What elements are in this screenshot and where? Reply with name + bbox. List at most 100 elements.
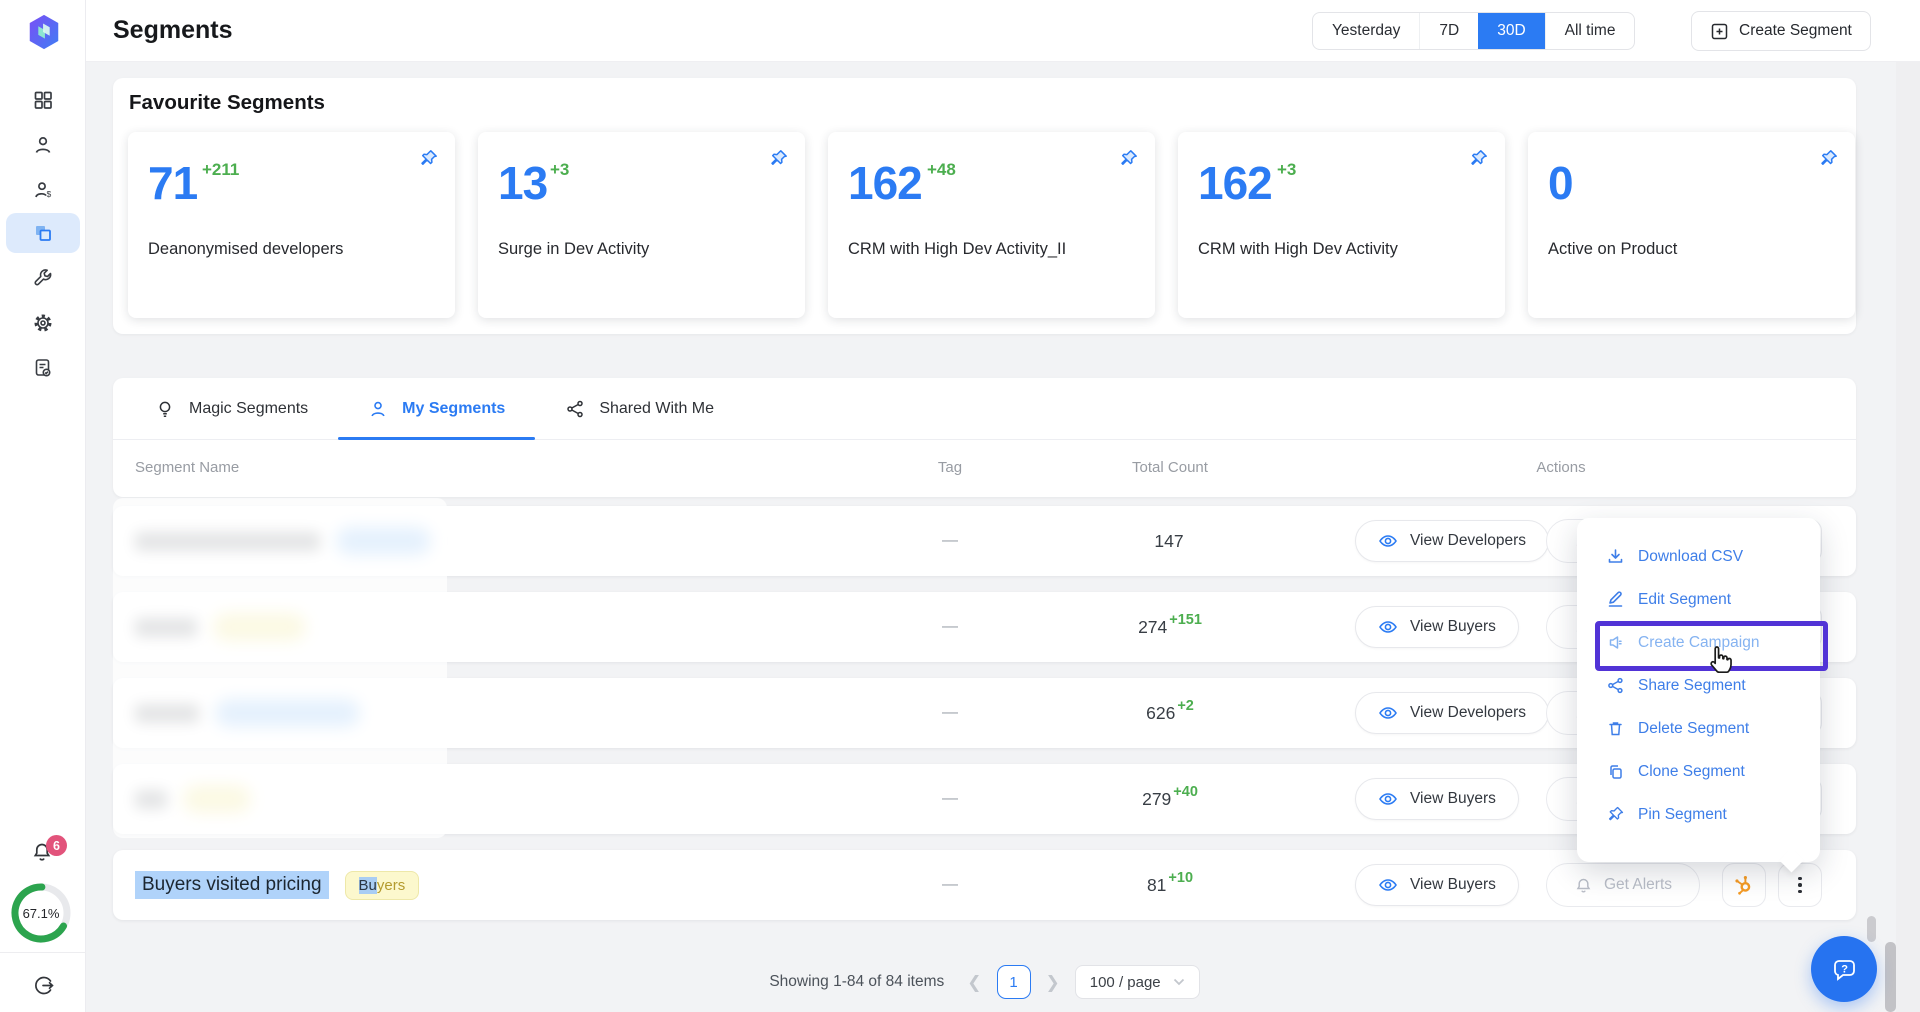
tab-magic-segments[interactable]: Magic Segments: [125, 378, 338, 439]
menu-item-clone-segment[interactable]: Clone Segment: [1577, 750, 1820, 793]
get-alerts-button[interactable]: Get Alerts: [1546, 863, 1700, 907]
segment-name-cell: Buyers visited pricing Buyers: [135, 850, 419, 920]
favourite-card[interactable]: 0 Active on Product: [1528, 132, 1855, 318]
clone-icon: [1606, 762, 1625, 781]
filter-yesterday[interactable]: Yesterday: [1313, 13, 1419, 49]
usage-progress-label: 67.1%: [9, 881, 73, 945]
hubspot-sync-button[interactable]: [1722, 863, 1766, 907]
sidebar-item-dashboard[interactable]: [0, 80, 86, 120]
page-size-select[interactable]: 100 / page: [1075, 965, 1200, 999]
sidebar-item-reports[interactable]: [0, 348, 86, 388]
card-label: CRM with High Dev Activity: [1198, 240, 1398, 259]
grid-icon: [32, 89, 54, 111]
usage-progress-ring[interactable]: 67.1%: [9, 881, 73, 945]
sidebar-item-developers[interactable]: [0, 125, 86, 165]
edit-icon: [1606, 590, 1625, 609]
redacted-tag-badge: [183, 785, 251, 813]
card-value: 71: [148, 156, 197, 210]
count-value: 279: [1142, 789, 1171, 810]
card-value: 162: [1198, 156, 1272, 210]
sidebar-item-buyers[interactable]: $: [0, 170, 86, 210]
app-logo[interactable]: [25, 13, 63, 51]
redacted-tag-badge: [215, 699, 360, 727]
menu-item-download-csv[interactable]: Download CSV: [1577, 535, 1820, 578]
segment-name: Buyers visited pricing: [135, 871, 329, 899]
column-total-count: Total Count: [1090, 459, 1250, 476]
favourite-card[interactable]: 71 +211 Deanonymised developers: [128, 132, 455, 318]
page-number-button[interactable]: 1: [997, 965, 1031, 999]
menu-item-edit-segment[interactable]: Edit Segment: [1577, 578, 1820, 621]
view-buyers-button[interactable]: View Buyers: [1355, 778, 1519, 820]
tag-cell: —: [905, 850, 995, 920]
count-value: 81: [1147, 875, 1166, 896]
logout-button[interactable]: [32, 974, 55, 1002]
segments-icon: [31, 221, 55, 245]
pin-icon[interactable]: [418, 148, 439, 169]
sidebar-item-settings[interactable]: [0, 303, 86, 343]
card-delta: +3: [550, 160, 569, 180]
share-nodes-icon: [565, 399, 585, 419]
view-buyers-button[interactable]: View Buyers: [1355, 606, 1519, 648]
favourite-card[interactable]: 162 +48 CRM with High Dev Activity_II: [828, 132, 1155, 318]
inner-scrollbar-thumb[interactable]: [1867, 916, 1876, 942]
count-cell: 279 +40: [1060, 764, 1280, 834]
sidebar-item-tools[interactable]: [0, 258, 86, 298]
pagination-summary: Showing 1-84 of 84 items: [769, 973, 944, 991]
menu-item-delete-segment[interactable]: Delete Segment: [1577, 707, 1820, 750]
menu-item-label: Pin Segment: [1638, 806, 1727, 824]
menu-item-pin-segment[interactable]: Pin Segment: [1577, 793, 1820, 836]
logout-icon: [32, 974, 55, 997]
pin-icon[interactable]: [1118, 148, 1139, 169]
filter-7d[interactable]: 7D: [1419, 13, 1478, 49]
next-page-button[interactable]: ❯: [1046, 974, 1060, 991]
gear-icon: [32, 312, 54, 334]
user-dollar-icon: $: [32, 179, 54, 201]
prev-page-button[interactable]: ❮: [967, 974, 981, 991]
menu-item-label: Edit Segment: [1638, 591, 1731, 609]
pagination: Showing 1-84 of 84 items ❮ 1 ❯ 100 / pag…: [113, 962, 1856, 1002]
sidebar: $ 6 67.1%: [0, 0, 86, 1012]
row-menu-button[interactable]: [1778, 863, 1822, 907]
page-scrollbar-thumb[interactable]: [1885, 942, 1896, 1012]
pin-icon[interactable]: [768, 148, 789, 169]
favourite-card[interactable]: 162 +3 CRM with High Dev Activity: [1178, 132, 1505, 318]
tag-cell: —: [905, 506, 995, 576]
menu-item-label: Clone Segment: [1638, 763, 1745, 781]
page-header: Segments Yesterday 7D 30D All time Creat…: [86, 0, 1920, 62]
pin-icon: [1606, 805, 1625, 824]
menu-item-share-segment[interactable]: Share Segment: [1577, 664, 1820, 707]
count-cell: 274 +151: [1060, 592, 1280, 662]
bell-icon: [1574, 876, 1593, 895]
create-segment-button[interactable]: Create Segment: [1691, 11, 1871, 51]
count-cell: 147: [1060, 506, 1280, 576]
row-context-menu: Download CSV Edit Segment Create Campaig…: [1577, 518, 1820, 862]
hand-cursor: [1706, 644, 1736, 679]
tab-shared-with-me[interactable]: Shared With Me: [535, 378, 744, 439]
eye-icon: [1378, 617, 1398, 637]
card-value: 13: [498, 156, 547, 210]
sidebar-item-segments[interactable]: [0, 213, 86, 253]
notification-count-badge: 6: [46, 835, 67, 856]
menu-item-create-campaign[interactable]: Create Campaign: [1577, 621, 1820, 664]
segment-name-cell: [135, 764, 251, 834]
help-chat-fab[interactable]: ?: [1811, 936, 1877, 1002]
count-value: 147: [1154, 531, 1183, 552]
view-developers-button[interactable]: View Developers: [1355, 692, 1549, 734]
scrollbar-track[interactable]: [1896, 0, 1920, 1012]
filter-30d[interactable]: 30D: [1478, 13, 1544, 49]
favourite-card[interactable]: 13 +3 Surge in Dev Activity: [478, 132, 805, 318]
user-icon: [368, 399, 388, 419]
view-buyers-button[interactable]: View Buyers: [1355, 864, 1519, 906]
pin-icon[interactable]: [1818, 148, 1839, 169]
notifications-button[interactable]: 6: [30, 840, 54, 869]
redacted-segment-name: [135, 532, 320, 551]
chevron-down-icon: [1173, 978, 1185, 986]
pin-icon[interactable]: [1468, 148, 1489, 169]
redacted-tag-badge: [213, 613, 306, 641]
tab-my-segments[interactable]: My Segments: [338, 378, 535, 439]
redacted-segment-name: [135, 618, 197, 637]
segments-table-panel: Magic Segments My Segments Shared With M…: [113, 378, 1856, 497]
view-developers-button[interactable]: View Developers: [1355, 520, 1549, 562]
card-delta: +3: [1277, 160, 1296, 180]
filter-all-time[interactable]: All time: [1545, 13, 1635, 49]
